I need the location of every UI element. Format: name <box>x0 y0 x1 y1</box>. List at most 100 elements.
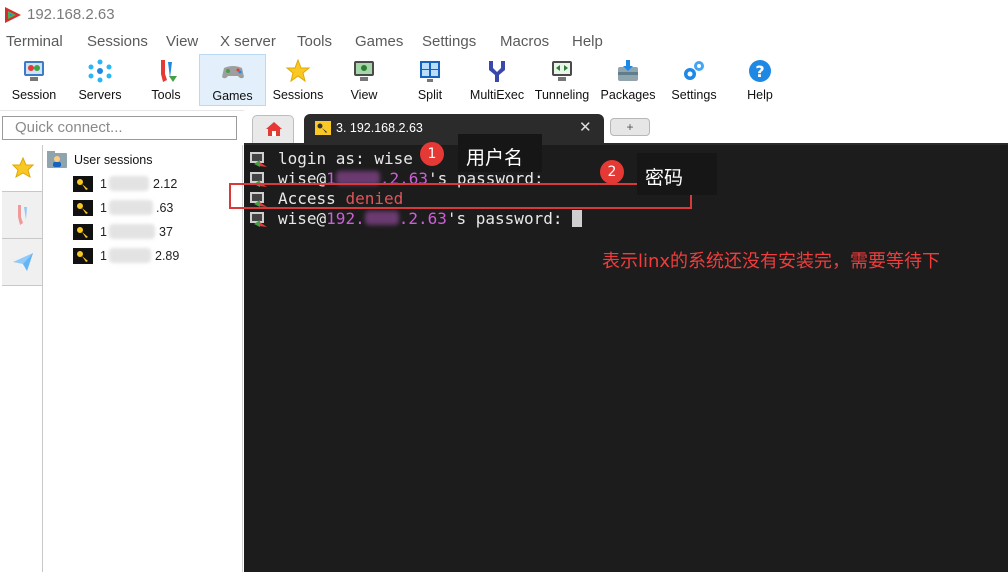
settings-label: Settings <box>671 88 717 102</box>
annotation-note: 表示linx的系统还没有安装完，需要等待下 <box>602 251 941 272</box>
tools-button[interactable]: Tools <box>134 54 198 106</box>
password-prompt-line: wise@192. .2.63's password: <box>278 209 583 228</box>
session-prefix: 1 <box>100 177 107 191</box>
menu-view[interactable]: View <box>166 33 198 50</box>
help-button[interactable]: ? Help <box>728 54 792 106</box>
login-prompt-text: login as: wise <box>278 149 413 168</box>
session-suffix: 2.12 <box>153 177 178 191</box>
title-bar: 192.168.2.63 <box>0 0 1008 30</box>
session-tab[interactable]: 3. 192.168.2.63 ✕ <box>304 114 604 143</box>
session-prefix: 1 <box>100 201 107 215</box>
help-label: Help <box>747 88 773 102</box>
quick-connect-input[interactable]: Quick connect... <box>2 116 237 140</box>
servers-label: Servers <box>78 88 122 102</box>
ssh-key-icon <box>73 248 93 264</box>
multiexec-button[interactable]: MultiExec <box>464 54 530 106</box>
settings-button[interactable]: Settings <box>662 54 726 106</box>
sidebar-tab-tools[interactable] <box>2 192 42 239</box>
window-title: 192.168.2.63 <box>27 6 115 23</box>
split-label: Split <box>417 88 443 102</box>
redacted-ip-part <box>109 176 149 191</box>
paper-plane-icon <box>13 253 33 271</box>
session-prefix: 1 <box>100 249 107 263</box>
sessions-button[interactable]: Sessions <box>266 54 330 106</box>
svg-text:?: ? <box>755 62 764 81</box>
packages-button[interactable]: Packages <box>596 54 660 106</box>
putty-icon <box>250 152 267 167</box>
split-button[interactable]: Split <box>398 54 462 106</box>
games-icon <box>221 66 244 79</box>
redacted-ip-part <box>109 248 151 263</box>
mobaxterm-logo-icon <box>5 7 21 23</box>
settings-icon <box>684 61 704 80</box>
servers-icon <box>88 59 112 83</box>
view-icon <box>354 61 374 81</box>
annotation-callout-password: 密码 <box>637 153 717 195</box>
view-label: View <box>350 88 378 102</box>
session-button[interactable]: Session <box>2 54 66 106</box>
menu-terminal[interactable]: Terminal <box>6 33 63 50</box>
user-at: wise@ <box>278 209 327 228</box>
home-tab[interactable] <box>252 115 294 143</box>
tools-icon <box>18 205 27 225</box>
session-suffix: 2.89 <box>155 249 180 263</box>
session-item[interactable]: 1 37 <box>73 223 193 241</box>
home-icon <box>266 122 282 136</box>
highlight-rectangle <box>229 183 692 209</box>
session-item[interactable]: 1 2.89 <box>73 247 193 265</box>
sidebar-tabs <box>2 145 43 572</box>
sidebar-tab-macros[interactable] <box>2 239 42 286</box>
menu-bar: Terminal Sessions View X server Tools Ga… <box>0 30 1008 54</box>
annotation-callout-username: 用户名 <box>458 134 542 172</box>
servers-button[interactable]: Servers <box>68 54 132 106</box>
ssh-key-icon <box>73 224 93 240</box>
session-label: Session <box>11 88 57 102</box>
menu-settings[interactable]: Settings <box>422 33 476 50</box>
session-icon <box>24 61 44 81</box>
session-prefix: 1 <box>100 225 107 239</box>
multiexec-icon <box>489 61 505 82</box>
menu-help[interactable]: Help <box>572 33 603 50</box>
session-item[interactable]: 1 2.12 <box>73 175 193 193</box>
ssh-key-icon <box>315 121 331 135</box>
menu-tools[interactable]: Tools <box>297 33 332 50</box>
multiexec-label: MultiExec <box>469 88 525 102</box>
ip-part: 192. <box>326 209 365 228</box>
session-tab-label: 3. 192.168.2.63 <box>336 121 423 135</box>
terminal-line: wise@192. .2.63's password: <box>244 209 583 229</box>
menu-macros[interactable]: Macros <box>500 33 549 50</box>
games-label: Games <box>212 89 253 103</box>
new-tab-button[interactable]: + <box>610 118 650 136</box>
session-suffix: 37 <box>159 225 173 239</box>
menu-x-server[interactable]: X server <box>220 33 276 50</box>
ip-part: .2.63 <box>398 209 447 228</box>
sessions-label: Sessions <box>272 88 324 102</box>
user-sessions-label: User sessions <box>74 153 153 167</box>
session-item[interactable]: 1 .63 <box>73 199 193 217</box>
packages-label: Packages <box>600 88 656 102</box>
games-button[interactable]: Games <box>199 54 266 106</box>
ssh-key-icon <box>73 200 93 216</box>
star-icon <box>12 157 34 179</box>
terminal-cursor <box>572 210 583 227</box>
packages-icon <box>618 60 638 81</box>
help-icon: ? <box>749 60 771 82</box>
tools-icon <box>161 60 177 82</box>
toolbar: Session Servers Tools Games Sessions Vie… <box>0 54 1008 111</box>
session-suffix: .63 <box>156 201 174 215</box>
tools-label: Tools <box>151 88 181 102</box>
ssh-key-icon <box>73 176 93 192</box>
putty-icon <box>250 212 267 227</box>
tunneling-label: Tunneling <box>534 88 590 102</box>
user-folder-icon <box>47 151 67 168</box>
menu-games[interactable]: Games <box>355 33 403 50</box>
split-icon <box>420 61 440 82</box>
tunneling-icon <box>552 61 572 81</box>
tunneling-button[interactable]: Tunneling <box>530 54 594 106</box>
close-tab-icon[interactable]: ✕ <box>579 118 592 136</box>
sidebar-tab-sessions[interactable] <box>2 145 42 192</box>
tab-strip: 3. 192.168.2.63 ✕ + <box>244 110 1008 143</box>
menu-sessions[interactable]: Sessions <box>87 33 148 50</box>
redacted-ip-part <box>364 211 399 225</box>
view-button[interactable]: View <box>332 54 396 106</box>
